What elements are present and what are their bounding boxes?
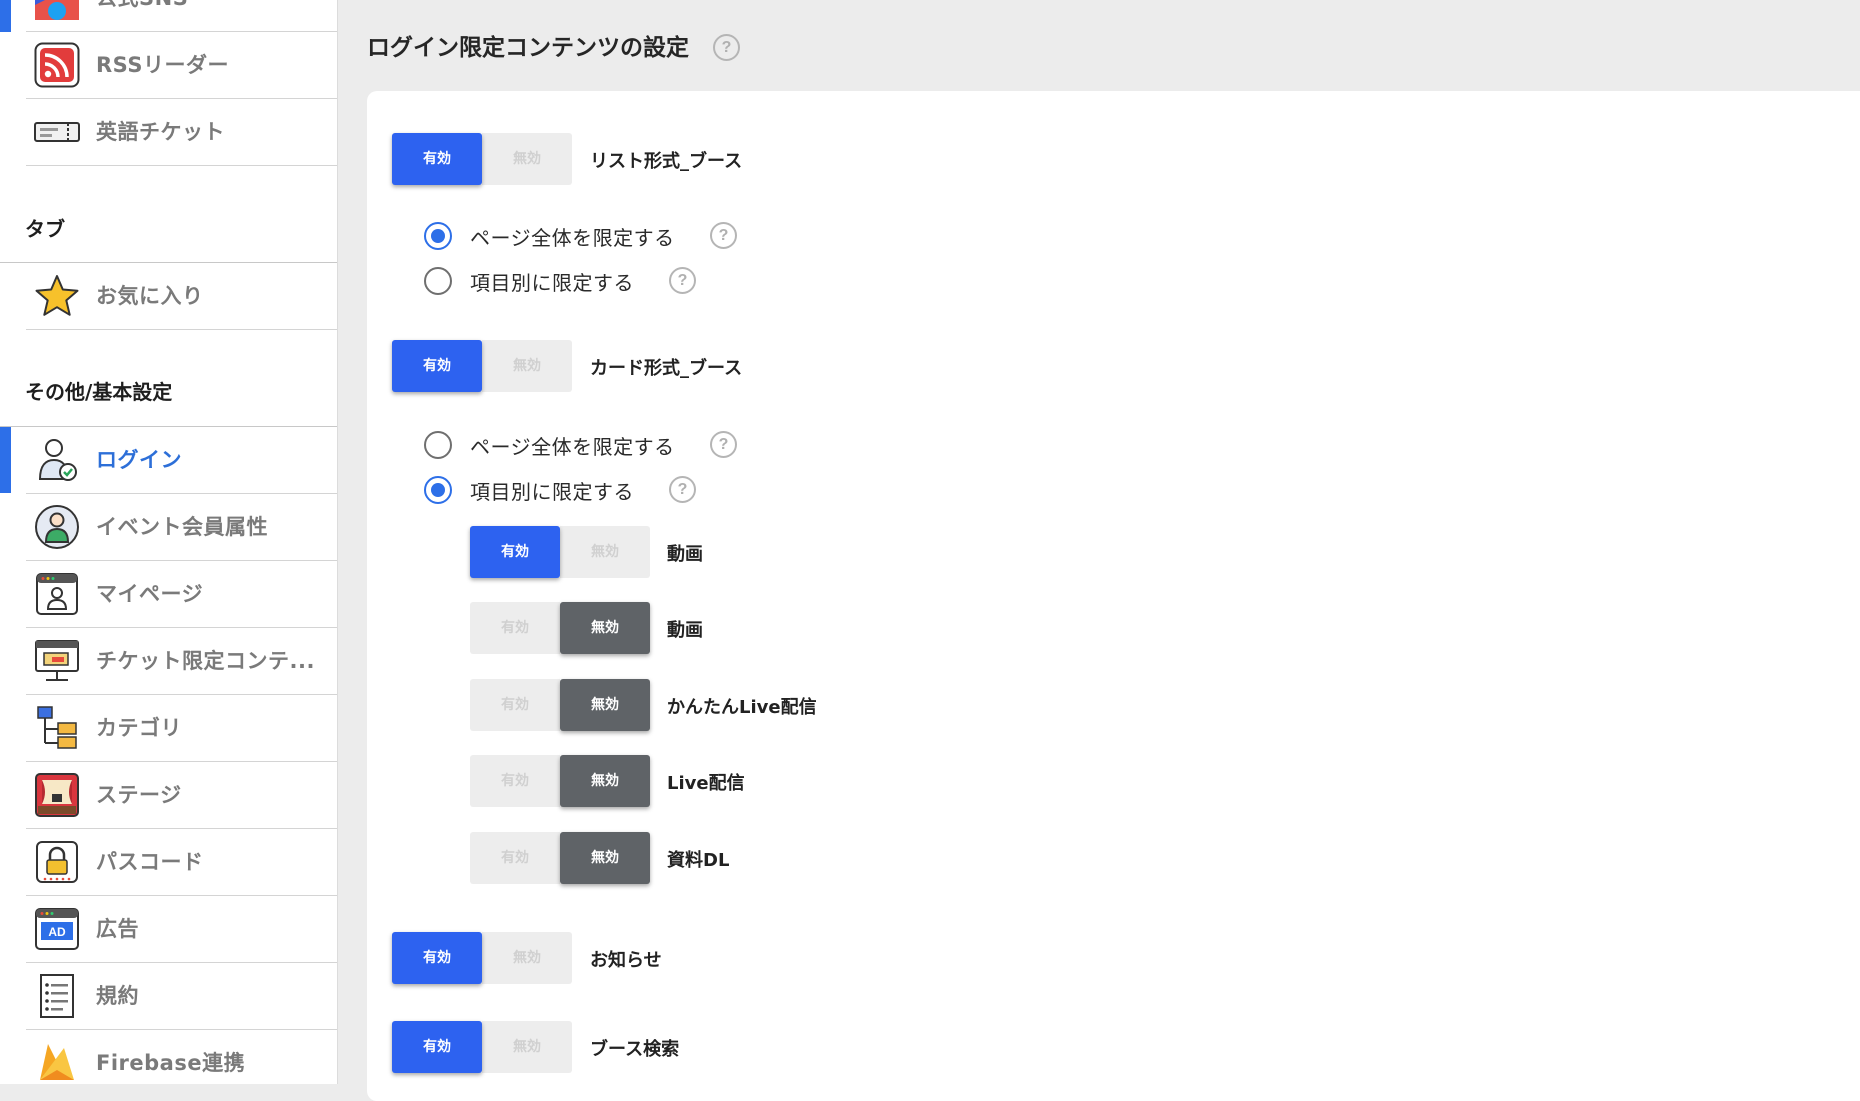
card-item-label: Live配信 (667, 773, 745, 794)
mypage-icon (36, 573, 78, 615)
toggle-off-button[interactable]: 無効 (482, 932, 572, 984)
category-icon (37, 706, 77, 749)
card-item-label: 資料DL (667, 850, 730, 871)
settings-panel: 有効 無効 リスト形式_ブース ページ全体を限定する ? 項目別に限定する ? … (367, 91, 1860, 1101)
toggle-off-button[interactable]: 無効 (482, 133, 572, 185)
sidebar-item-label: ステージ (96, 783, 182, 807)
toggle-card-item-easy-live[interactable]: 有効 無効 (470, 679, 650, 731)
radio-card-whole-page[interactable] (424, 431, 452, 459)
toggle-on-button[interactable]: 有効 (470, 679, 560, 731)
card-item-label: 動画 (667, 544, 703, 565)
radio-list-whole-page[interactable] (424, 222, 452, 250)
svg-text:AD: AD (48, 925, 66, 939)
sidebar-item-label: パスコード (96, 850, 204, 874)
ticket-icon (34, 122, 80, 142)
firebase-icon (40, 1044, 74, 1080)
section-label-news: お知らせ (590, 950, 662, 971)
card-item-label: 動画 (667, 620, 703, 641)
sidebar-item-english-ticket[interactable]: 英語チケット (26, 99, 337, 166)
sidebar-item-label: ログイン (96, 448, 182, 472)
user-check-icon (38, 439, 77, 481)
sidebar-item-firebase[interactable]: Firebase連携 (26, 1030, 337, 1084)
toggle-card-item-live[interactable]: 有効 無効 (470, 755, 650, 807)
toggle-card-booth[interactable]: 有効 無効 (392, 340, 572, 392)
terms-icon (40, 974, 74, 1018)
sidebar-item-rss-reader[interactable]: RSSリーダー (26, 32, 337, 99)
lock-icon (36, 841, 78, 883)
toggle-off-button[interactable]: 無効 (482, 1021, 572, 1073)
section-label-card-booth: カード形式_ブース (590, 358, 743, 379)
sidebar-item-mypage[interactable]: マイページ (26, 561, 337, 628)
sidebar-item-label: イベント会員属性 (96, 515, 268, 539)
toggle-on-button[interactable]: 有効 (392, 133, 482, 185)
sidebar-item-ticket-content[interactable]: チケット限定コンテ... (26, 628, 337, 695)
rss-icon (34, 42, 80, 88)
sidebar-item-stage[interactable]: ステージ (26, 762, 337, 829)
toggle-list-booth[interactable]: 有効 無効 (392, 133, 572, 185)
help-icon[interactable]: ? (710, 431, 737, 458)
help-icon[interactable]: ? (710, 222, 737, 249)
partial-active-indicator (0, 0, 11, 32)
toggle-on-button[interactable]: 有効 (470, 602, 560, 654)
toggle-on-button[interactable]: 有効 (470, 526, 560, 578)
toggle-off-button[interactable]: 無効 (560, 679, 650, 731)
radio-label-per-item: 項目別に限定する (470, 271, 634, 295)
sidebar-item-label: チケット限定コンテ... (96, 649, 315, 673)
toggle-off-button[interactable]: 無効 (560, 602, 650, 654)
member-icon (35, 505, 79, 549)
sidebar-item-label: 広告 (96, 917, 139, 941)
toggle-booth-search[interactable]: 有効 無効 (392, 1021, 572, 1073)
sidebar-item-terms[interactable]: 規約 (26, 963, 337, 1030)
sidebar-item-favorites[interactable]: お気に入り (26, 263, 337, 330)
page-title: ログイン限定コンテンツの設定 (367, 35, 689, 61)
sidebar: 公式SNS RSSリーダー 英語チケット タブ お気に入り その他/基本設定 (0, 0, 338, 1084)
section-label-list-booth: リスト形式_ブース (590, 151, 743, 172)
toggle-card-item-video-1[interactable]: 有効 無効 (470, 526, 650, 578)
other-section-heading: その他/基本設定 (25, 380, 173, 404)
radio-label-whole-page: ページ全体を限定する (470, 435, 675, 459)
stage-icon (35, 773, 79, 817)
sidebar-item-login[interactable]: ログイン (26, 427, 337, 494)
sidebar-item-label: 規約 (96, 984, 139, 1008)
radio-label-whole-page: ページ全体を限定する (470, 226, 675, 250)
toggle-on-button[interactable]: 有効 (392, 340, 482, 392)
sidebar-item-label: RSSリーダー (96, 53, 229, 77)
radio-card-per-item[interactable] (424, 476, 452, 504)
help-icon[interactable]: ? (669, 476, 696, 503)
ad-icon: AD (35, 908, 79, 950)
sidebar-item-member-attributes[interactable]: イベント会員属性 (26, 494, 337, 561)
sidebar-item-label: お気に入り (96, 284, 204, 308)
toggle-on-button[interactable]: 有効 (392, 1021, 482, 1073)
card-item-label: かんたんLive配信 (667, 697, 817, 718)
toggle-on-button[interactable]: 有効 (470, 832, 560, 884)
toggle-off-button[interactable]: 無効 (560, 526, 650, 578)
toggle-on-button[interactable]: 有効 (392, 932, 482, 984)
sidebar-item-official-sns[interactable]: 公式SNS (26, 0, 337, 32)
star-icon (35, 275, 79, 316)
radio-label-per-item: 項目別に限定する (470, 480, 634, 504)
sidebar-item-label: 英語チケット (96, 120, 225, 144)
sidebar-item-label: 公式SNS (96, 0, 188, 32)
help-icon[interactable]: ? (669, 267, 696, 294)
sidebar-item-ad[interactable]: AD 広告 (26, 896, 337, 963)
sidebar-item-label: カテゴリ (96, 716, 182, 740)
sidebar-item-passcode[interactable]: パスコード (26, 829, 337, 896)
toggle-on-button[interactable]: 有効 (470, 755, 560, 807)
active-indicator (0, 427, 11, 493)
sidebar-item-category[interactable]: カテゴリ (26, 695, 337, 762)
toggle-card-item-video-2[interactable]: 有効 無効 (470, 602, 650, 654)
help-icon[interactable]: ? (713, 34, 740, 61)
sidebar-item-label: マイページ (96, 582, 204, 606)
radio-list-per-item[interactable] (424, 267, 452, 295)
toggle-off-button[interactable]: 無効 (560, 832, 650, 884)
toggle-news[interactable]: 有効 無効 (392, 932, 572, 984)
ticket-content-icon (35, 640, 79, 681)
sidebar-item-label: Firebase連携 (96, 1051, 246, 1075)
toggle-card-item-document-dl[interactable]: 有効 無効 (470, 832, 650, 884)
toggle-off-button[interactable]: 無効 (482, 340, 572, 392)
tab-section-heading: タブ (25, 217, 65, 241)
section-label-booth-search: ブース検索 (590, 1039, 680, 1060)
toggle-off-button[interactable]: 無効 (560, 755, 650, 807)
twitter-icon (35, 0, 79, 20)
